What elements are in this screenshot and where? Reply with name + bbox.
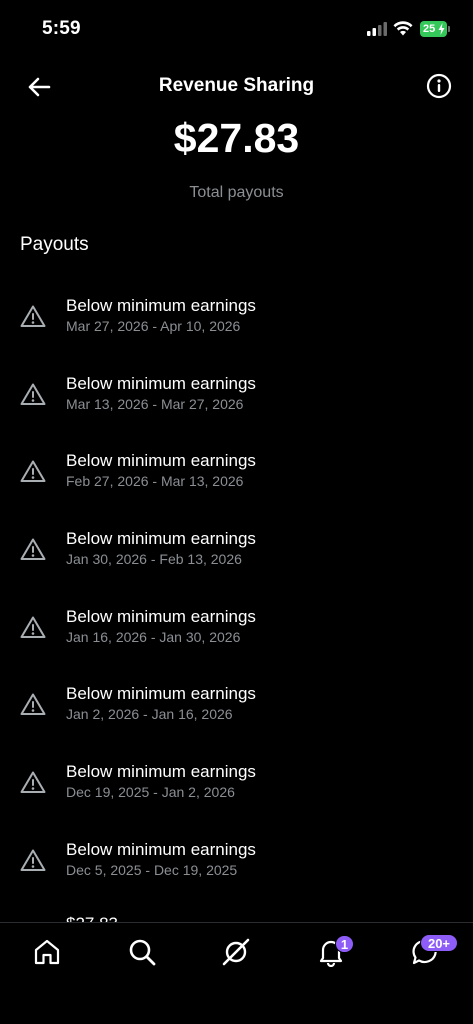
total-payout-amount: $27.83 <box>173 115 300 161</box>
payout-dates: Jan 16, 2026 - Jan 30, 2026 <box>66 628 241 645</box>
payout-dates: Feb 27, 2026 - Mar 13, 2026 <box>66 473 244 490</box>
wifi-icon <box>393 21 413 36</box>
payout-list[interactable]: Below minimum earnings Mar 27, 2026 - Apr… <box>0 280 473 922</box>
payouts-section-title: Payouts <box>20 234 89 255</box>
warning-icon <box>20 693 46 716</box>
battery-icon: 25 <box>420 21 450 37</box>
payout-row[interactable]: Below minimum earnings Jan 16, 2026 - Jan… <box>0 591 473 669</box>
warning-icon <box>20 538 46 561</box>
payout-dates: Jan 2, 2026 - Jan 16, 2026 <box>66 706 233 723</box>
payout-row[interactable]: Below minimum earnings Jan 30, 2026 - Feb… <box>0 513 473 591</box>
payout-status: Below minimum earnings <box>66 762 256 782</box>
bottom-tab-bar: 1 20+ <box>0 922 473 1024</box>
charging-bolt-icon <box>438 23 445 35</box>
partial-payout-amount: $27.83 <box>66 914 118 922</box>
payout-status: Below minimum earnings <box>66 684 256 704</box>
page-title: Revenue Sharing <box>158 75 315 96</box>
payout-status: Below minimum earnings <box>66 451 256 471</box>
warning-icon <box>20 305 46 327</box>
payout-row[interactable]: Below minimum earnings Jan 2, 2026 - Jan … <box>0 668 473 746</box>
battery-level: 25 <box>423 23 436 35</box>
payout-dates: Dec 5, 2025 - Dec 19, 2025 <box>66 861 238 878</box>
info-button[interactable] <box>426 73 452 99</box>
grok-icon <box>222 938 250 966</box>
search-icon <box>129 939 156 966</box>
payout-dates: Jan 30, 2026 - Feb 13, 2026 <box>66 551 242 568</box>
payout-dates: Mar 13, 2026 - Mar 27, 2026 <box>66 395 244 412</box>
payout-row[interactable]: Below minimum earnings Dec 5, 2025 - Dec … <box>0 824 473 902</box>
warning-icon <box>20 383 46 405</box>
payout-row[interactable]: Below minimum earnings Dec 19, 2025 - Jan… <box>0 746 473 824</box>
payout-row[interactable]: Below minimum earnings Mar 27, 2026 - Apr… <box>0 280 473 358</box>
payout-row[interactable]: Below minimum earnings Feb 27, 2026 - Mar… <box>0 435 473 513</box>
payout-dates: Mar 27, 2026 - Apr 10, 2026 <box>66 318 241 334</box>
payout-status: Below minimum earnings <box>66 296 256 315</box>
tab-home[interactable] <box>32 937 62 967</box>
warning-icon <box>20 849 46 871</box>
payout-status: Below minimum earnings <box>66 839 256 859</box>
payout-status: Below minimum earnings <box>66 529 256 549</box>
payout-status: Below minimum earnings <box>66 606 256 626</box>
payout-dates: Dec 19, 2025 - Jan 2, 2026 <box>66 784 235 801</box>
payout-status: Below minimum earnings <box>66 373 256 393</box>
warning-icon <box>20 460 46 483</box>
tab-search[interactable] <box>127 937 157 967</box>
status-bar: 5:59 25 <box>0 0 473 60</box>
tab-grok[interactable] <box>221 937 251 967</box>
warning-icon <box>20 616 46 638</box>
messages-badge: 20+ <box>420 934 458 952</box>
signal-icon <box>367 22 387 36</box>
status-time: 5:59 <box>42 18 81 39</box>
payout-row[interactable]: Below minimum earnings Mar 13, 2026 - Mar… <box>0 358 473 436</box>
total-payout-caption: Total payouts <box>189 184 284 201</box>
home-icon <box>34 939 60 965</box>
notifications-badge: 1 <box>335 935 354 953</box>
warning-icon <box>20 771 46 794</box>
revenue-sharing-screen: 5:59 25 Revenue Sharing $27.83 Total pay… <box>0 0 473 1024</box>
info-icon <box>426 73 452 99</box>
